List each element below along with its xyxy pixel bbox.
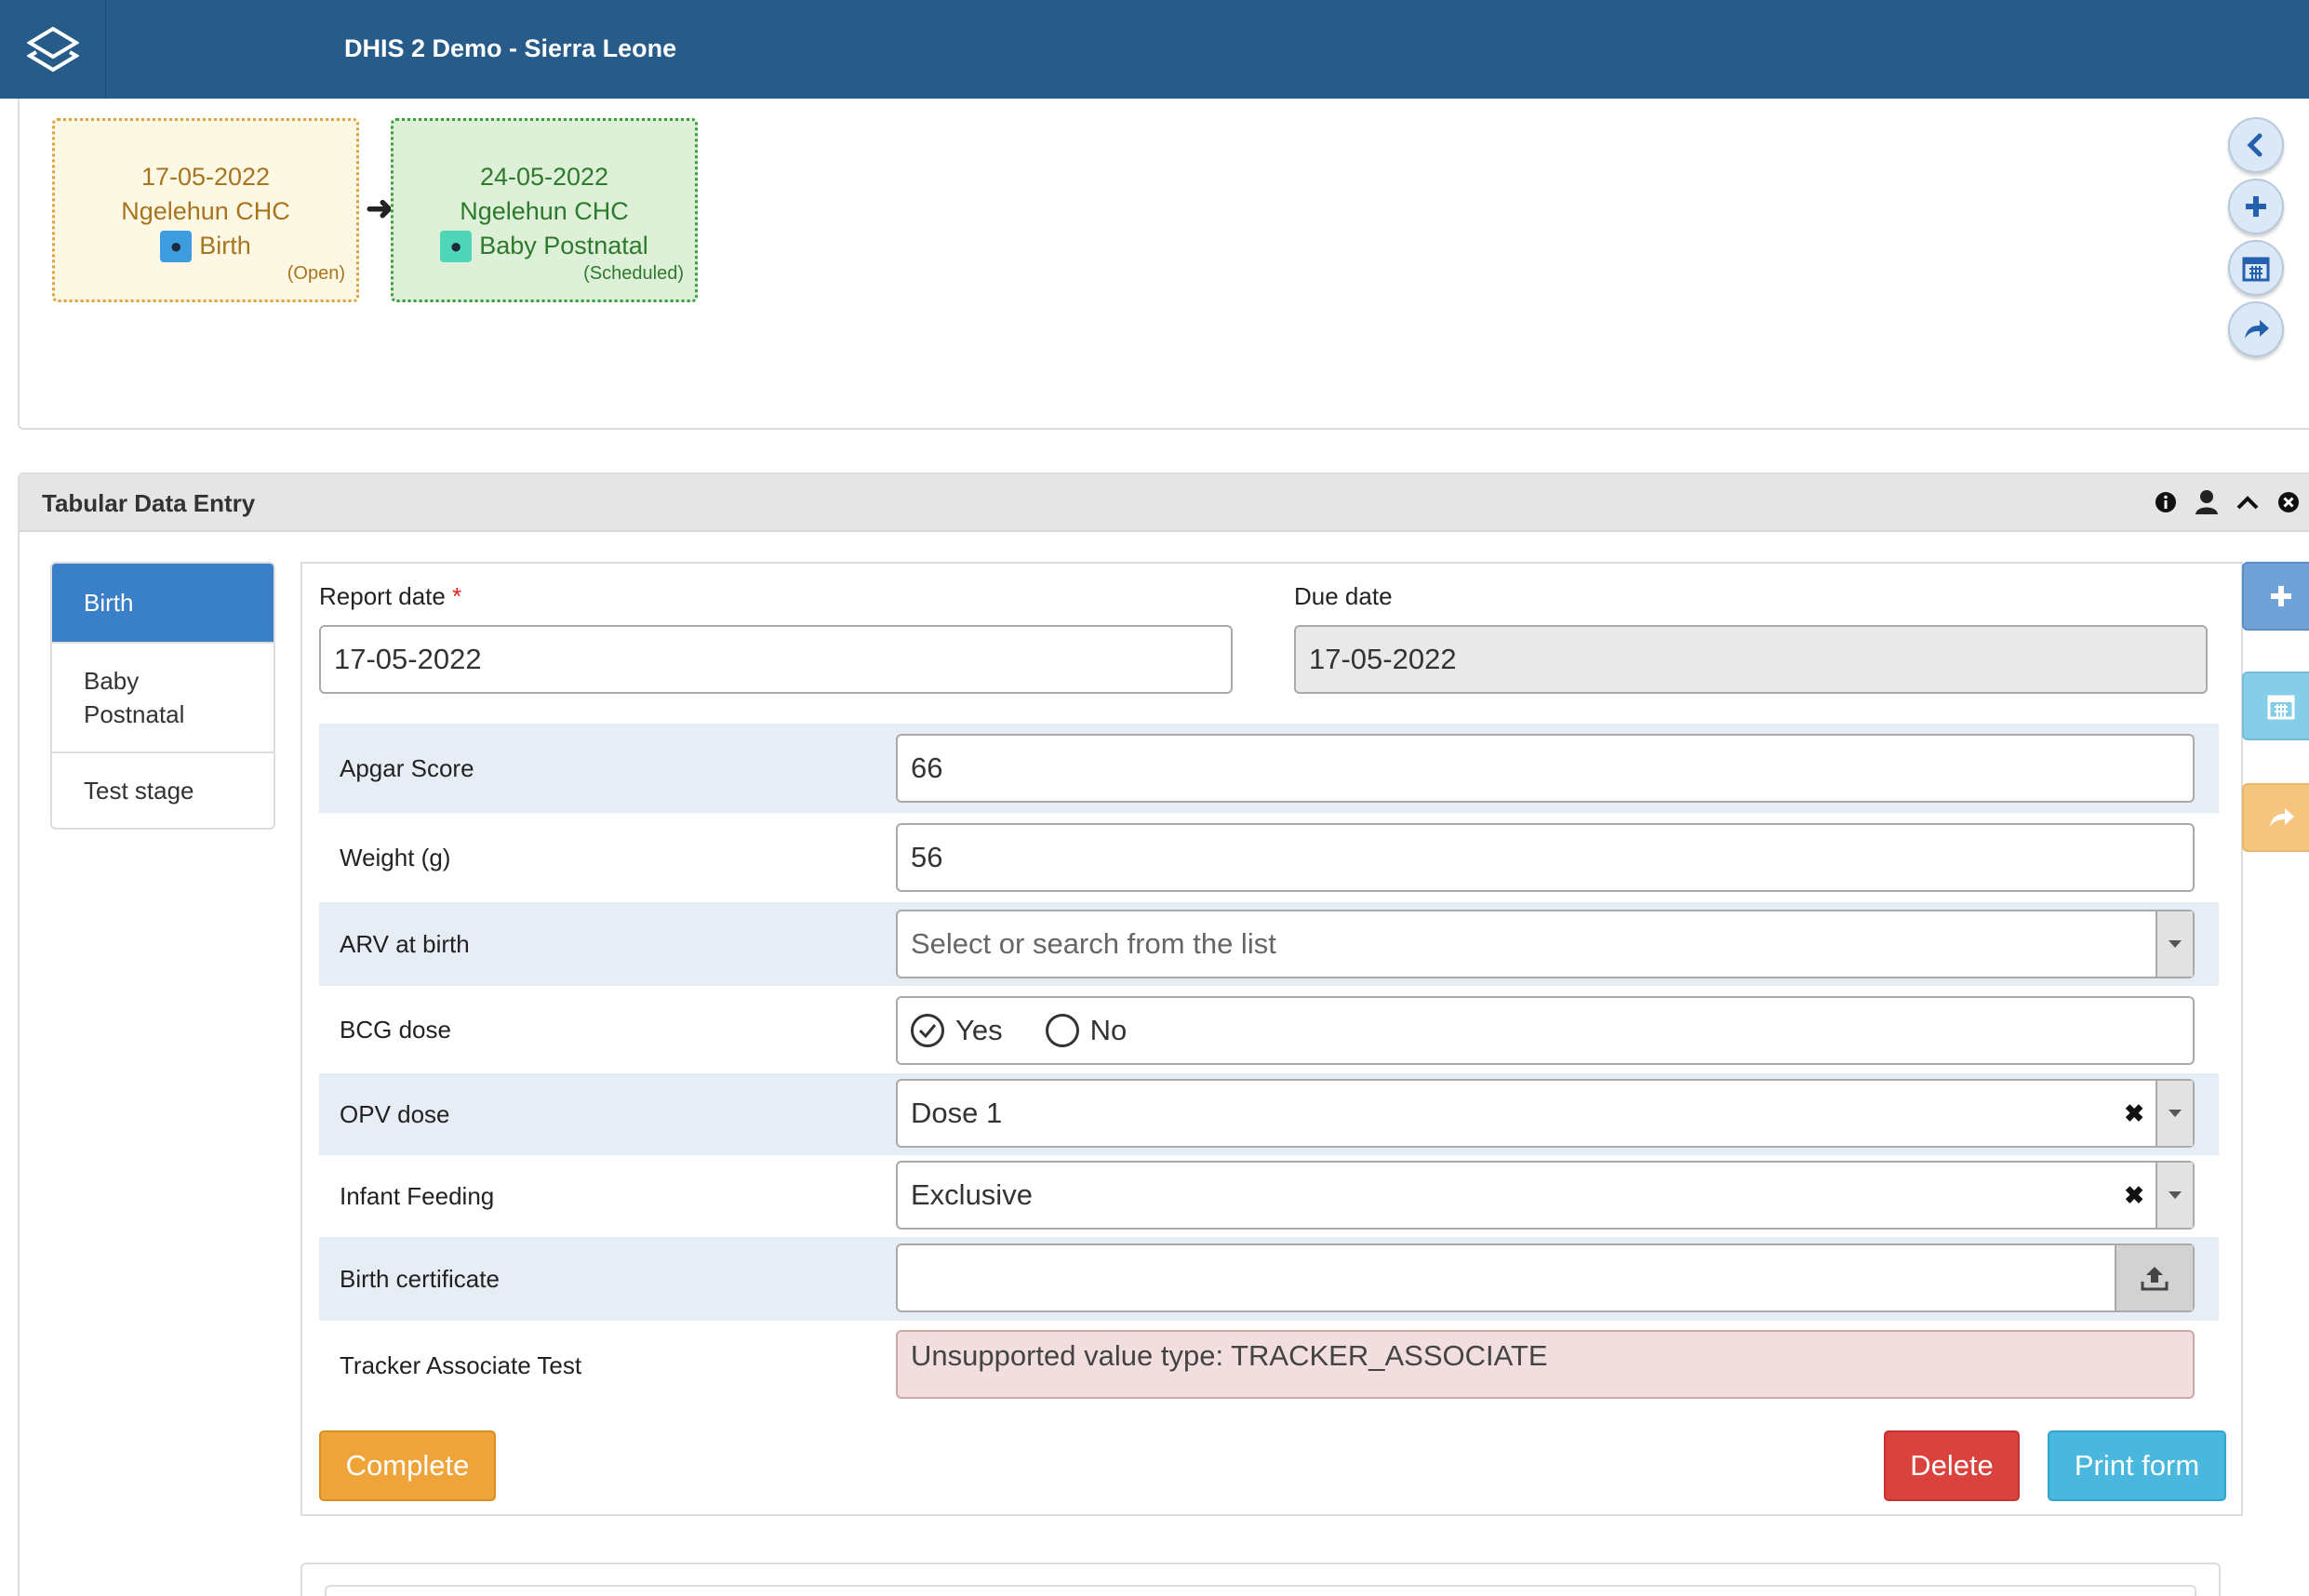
calendar-icon	[2267, 695, 2295, 720]
row-arv-at-birth: ARV at birth Select or search from the l…	[319, 902, 2219, 986]
row-weight: Weight (g) 56	[319, 813, 2219, 902]
stage-tab-list: Birth Baby Postnatal Test stage	[50, 562, 275, 830]
event-card-baby-postnatal[interactable]: 24-05-2022 Ngelehun CHC ● Baby Postnatal…	[391, 118, 698, 302]
arrow-right-icon: ➜	[366, 189, 394, 227]
plus-icon	[2246, 196, 2266, 217]
dropdown-caret-icon[interactable]	[2156, 1081, 2193, 1146]
bcg-yes-label: Yes	[955, 1014, 1003, 1046]
birth-certificate-file-input[interactable]	[896, 1244, 2195, 1312]
complete-button[interactable]: Complete	[319, 1430, 496, 1501]
report-date-input[interactable]: 17-05-2022	[319, 625, 1233, 694]
bcg-no-radio[interactable]: No	[1045, 1014, 1128, 1047]
add-event-button[interactable]	[2228, 179, 2284, 234]
opv-dose-label: OPV dose	[340, 1099, 450, 1128]
close-circle-icon[interactable]	[2275, 488, 2302, 516]
widget-title: Tabular Data Entry	[42, 489, 256, 517]
dropdown-caret-icon[interactable]	[2156, 1163, 2193, 1228]
event-status: (Open)	[287, 263, 345, 284]
event-org-unit: Ngelehun CHC	[460, 197, 629, 225]
plus-icon	[2271, 586, 2291, 606]
stage-tab-test-stage[interactable]: Test stage	[52, 751, 274, 828]
next-section-inner	[325, 1585, 2196, 1596]
collapse-timeline-button[interactable]	[2228, 117, 2284, 173]
tabular-data-entry-widget: Tabular Data Entry Birth Baby Postnatal …	[18, 472, 2309, 1596]
report-date-label: Report date *	[319, 582, 461, 611]
upload-button[interactable]	[2115, 1245, 2193, 1310]
event-date: 17-05-2022	[140, 163, 271, 191]
due-date-label: Due date	[1294, 582, 1393, 610]
tracker-associate-label: Tracker Associate Test	[340, 1350, 582, 1379]
clear-icon[interactable]: ✖	[2124, 1081, 2144, 1146]
row-tracker-associate-test: Tracker Associate Test Unsupported value…	[319, 1321, 2219, 1410]
bcg-dose-label: BCG dose	[340, 1015, 451, 1044]
top-header: DHIS 2 Demo - Sierra Leone	[0, 0, 2309, 99]
stage-tab-birth[interactable]: Birth	[52, 564, 274, 642]
dhis2-logo-icon	[26, 26, 79, 73]
next-section-panel	[300, 1563, 2221, 1596]
due-date-input: 17-05-2022	[1294, 625, 2208, 694]
arv-at-birth-select[interactable]: Select or search from the list	[896, 910, 2195, 978]
calendar-icon	[2242, 257, 2270, 282]
upload-icon	[2141, 1267, 2169, 1291]
widget-header: Tabular Data Entry	[20, 474, 2309, 532]
opv-dose-select[interactable]: Dose 1 ✖	[896, 1079, 2195, 1148]
side-add-event-button[interactable]	[2242, 562, 2309, 631]
event-status: (Scheduled)	[583, 263, 684, 284]
apgar-score-input[interactable]: 66	[896, 734, 2195, 803]
unsupported-value-message: Unsupported value type: TRACKER_ASSOCIAT…	[896, 1330, 2195, 1399]
share-icon	[2245, 320, 2269, 339]
bcg-dose-radio-group: Yes No	[896, 996, 2195, 1065]
user-icon[interactable]	[2193, 488, 2221, 516]
print-form-button[interactable]: Print form	[2048, 1430, 2226, 1501]
refer-event-button[interactable]	[2228, 301, 2284, 357]
report-date-label-text: Report date	[319, 582, 446, 610]
event-org-unit: Ngelehun CHC	[121, 197, 290, 225]
clear-icon[interactable]: ✖	[2124, 1163, 2144, 1228]
mother-baby-icon: ●	[440, 230, 473, 262]
schedule-event-button[interactable]	[2228, 240, 2284, 296]
app-title: DHIS 2 Demo - Sierra Leone	[344, 34, 677, 62]
event-card-birth[interactable]: 17-05-2022 Ngelehun CHC ● Birth (Open)	[52, 118, 359, 302]
bcg-yes-radio[interactable]: Yes	[911, 1014, 1003, 1047]
chevron-left-icon	[2247, 133, 2262, 157]
weight-input[interactable]: 56	[896, 823, 2195, 892]
infant-feeding-select[interactable]: Exclusive ✖	[896, 1161, 2195, 1230]
event-form: Report date * 17-05-2022 Due date 17-05-…	[300, 562, 2243, 1516]
empty-circle-icon	[1045, 1014, 1079, 1047]
infant-feeding-value: Exclusive	[911, 1178, 1033, 1211]
infant-feeding-label: Infant Feeding	[340, 1181, 495, 1210]
weight-label: Weight (g)	[340, 843, 451, 871]
event-stage: Birth	[199, 232, 251, 259]
side-schedule-event-button[interactable]	[2242, 672, 2309, 740]
share-icon	[2270, 808, 2294, 827]
row-infant-feeding: Infant Feeding Exclusive ✖	[319, 1155, 2219, 1237]
info-icon[interactable]	[2152, 488, 2180, 516]
side-refer-event-button[interactable]	[2242, 783, 2309, 852]
dropdown-caret-icon[interactable]	[2156, 911, 2193, 977]
birth-certificate-label: Birth certificate	[340, 1264, 500, 1293]
baby-icon: ●	[160, 230, 193, 262]
dhis2-logo-button[interactable]	[0, 0, 106, 99]
required-mark: *	[452, 582, 462, 610]
stage-tab-baby-postnatal[interactable]: Baby Postnatal	[52, 642, 274, 751]
event-stage: Baby Postnatal	[479, 232, 648, 259]
delete-button[interactable]: Delete	[1884, 1430, 2020, 1501]
opv-dose-value: Dose 1	[911, 1097, 1003, 1129]
chevron-up-icon[interactable]	[2234, 488, 2262, 516]
row-apgar-score: Apgar Score 66	[319, 724, 2219, 813]
row-bcg-dose: BCG dose Yes No	[319, 986, 2219, 1073]
row-birth-certificate: Birth certificate	[319, 1237, 2219, 1321]
bcg-no-label: No	[1089, 1014, 1128, 1046]
arv-at-birth-label: ARV at birth	[340, 929, 470, 958]
event-date: 24-05-2022	[479, 163, 609, 191]
checked-circle-icon	[911, 1014, 944, 1047]
row-opv-dose: OPV dose Dose 1 ✖	[319, 1073, 2219, 1155]
arv-placeholder: Select or search from the list	[911, 927, 1276, 960]
event-timeline: 17-05-2022 Ngelehun CHC ● Birth (Open) ➜…	[18, 99, 2309, 430]
apgar-score-label: Apgar Score	[340, 753, 474, 782]
